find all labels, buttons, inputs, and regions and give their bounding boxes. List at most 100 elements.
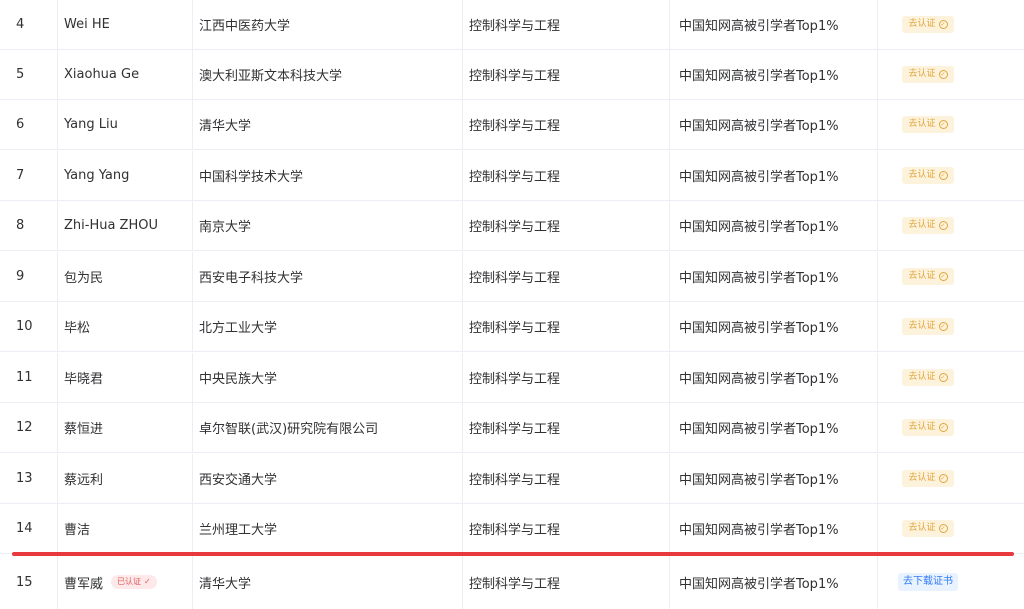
go-certify-button[interactable]: 去认证 ✓ xyxy=(902,520,954,537)
discipline: 控制科学与工程 xyxy=(463,100,670,149)
row-index: 11 xyxy=(0,353,58,402)
check-circle-icon: ✓ xyxy=(938,322,948,331)
go-certify-label: 去认证 xyxy=(908,170,936,180)
action-cell: 去认证 ✓ xyxy=(878,0,1024,49)
scholar-name: 蔡恒进 xyxy=(58,403,193,452)
go-certify-label: 去认证 xyxy=(908,473,936,483)
scholar-name: Wei HE xyxy=(58,0,193,49)
go-certify-label: 去认证 xyxy=(908,271,936,281)
check-circle-icon: ✓ xyxy=(938,120,948,129)
go-certify-button[interactable]: 去认证 ✓ xyxy=(902,318,954,335)
institution: 北方工业大学 xyxy=(193,302,463,351)
institution: 西安电子科技大学 xyxy=(193,252,463,301)
table-row: 6 Yang Liu 清华大学 控制科学与工程 中国知网高被引学者Top1% 去… xyxy=(0,100,1024,150)
action-cell: 去下载证书 xyxy=(878,555,1024,609)
go-certify-label: 去认证 xyxy=(908,372,936,382)
discipline: 控制科学与工程 xyxy=(463,555,670,609)
institution: 江西中医药大学 xyxy=(193,0,463,49)
honor-title: 中国知网高被引学者Top1% xyxy=(670,201,878,250)
row-index: 12 xyxy=(0,403,58,452)
go-certify-button[interactable]: 去认证 ✓ xyxy=(902,419,954,436)
check-circle-icon: ✓ xyxy=(938,221,948,230)
scholar-name: Yang Liu xyxy=(58,100,193,149)
go-certify-label: 去认证 xyxy=(908,321,936,331)
discipline: 控制科学与工程 xyxy=(463,504,670,553)
row-index: 6 xyxy=(0,100,58,149)
discipline: 控制科学与工程 xyxy=(463,252,670,301)
action-cell: 去认证 ✓ xyxy=(878,50,1024,99)
discipline: 控制科学与工程 xyxy=(463,50,670,99)
verified-tag: 已认证 ✓ xyxy=(111,575,157,589)
scholar-name: 蔡远利 xyxy=(58,454,193,503)
table-row: 12 蔡恒进 卓尔智联(武汉)研究院有限公司 控制科学与工程 中国知网高被引学者… xyxy=(0,403,1024,453)
honor-title: 中国知网高被引学者Top1% xyxy=(670,252,878,301)
table-row: 5 Xiaohua Ge 澳大利亚斯文本科技大学 控制科学与工程 中国知网高被引… xyxy=(0,50,1024,100)
go-certify-button[interactable]: 去认证 ✓ xyxy=(902,268,954,285)
row-index: 10 xyxy=(0,302,58,351)
scholar-name-cell: 曹军威 已认证 ✓ xyxy=(58,555,193,609)
action-cell: 去认证 ✓ xyxy=(878,252,1024,301)
action-cell: 去认证 ✓ xyxy=(878,302,1024,351)
go-certify-button[interactable]: 去认证 ✓ xyxy=(902,167,954,184)
go-certify-button[interactable]: 去认证 ✓ xyxy=(902,369,954,386)
row-index: 5 xyxy=(0,50,58,99)
scholar-name: 曹军威 xyxy=(64,576,104,592)
go-certify-button[interactable]: 去认证 ✓ xyxy=(902,116,954,133)
check-circle-icon: ✓ xyxy=(938,524,948,533)
row-index: 14 xyxy=(0,504,58,553)
institution: 中国科学技术大学 xyxy=(193,151,463,200)
go-certify-label: 去认证 xyxy=(908,523,936,533)
row-index: 4 xyxy=(0,0,58,49)
row-index: 8 xyxy=(0,201,58,250)
honor-title: 中国知网高被引学者Top1% xyxy=(670,50,878,99)
go-certify-button[interactable]: 去认证 ✓ xyxy=(902,470,954,487)
row-index: 9 xyxy=(0,252,58,301)
table-row: 8 Zhi-Hua ZHOU 南京大学 控制科学与工程 中国知网高被引学者Top… xyxy=(0,201,1024,251)
institution: 清华大学 xyxy=(193,555,463,609)
scholar-name: Zhi-Hua ZHOU xyxy=(58,201,193,250)
institution: 兰州理工大学 xyxy=(193,504,463,553)
row-index: 15 xyxy=(0,555,58,609)
check-circle-icon: ✓ xyxy=(938,70,948,79)
scholar-name: Yang Yang xyxy=(58,151,193,200)
discipline: 控制科学与工程 xyxy=(463,201,670,250)
discipline: 控制科学与工程 xyxy=(463,0,670,49)
table-row: 14 曹洁 兰州理工大学 控制科学与工程 中国知网高被引学者Top1% 去认证 ✓ xyxy=(0,504,1024,554)
row-index: 13 xyxy=(0,454,58,503)
honor-title: 中国知网高被引学者Top1% xyxy=(670,555,878,609)
go-certify-label: 去认证 xyxy=(908,119,936,129)
download-certificate-button[interactable]: 去下载证书 xyxy=(898,573,958,591)
institution: 卓尔智联(武汉)研究院有限公司 xyxy=(193,403,463,452)
check-circle-icon: ✓ xyxy=(938,423,948,432)
discipline: 控制科学与工程 xyxy=(463,302,670,351)
scholar-name: Xiaohua Ge xyxy=(58,50,193,99)
go-certify-button[interactable]: 去认证 ✓ xyxy=(902,66,954,83)
check-circle-icon: ✓ xyxy=(938,474,948,483)
go-certify-label: 去认证 xyxy=(908,220,936,230)
action-cell: 去认证 ✓ xyxy=(878,100,1024,149)
verified-label: 已认证 xyxy=(117,577,142,586)
check-circle-icon: ✓ xyxy=(938,272,948,281)
table-row: 13 蔡远利 西安交通大学 控制科学与工程 中国知网高被引学者Top1% 去认证… xyxy=(0,454,1024,504)
honor-title: 中国知网高被引学者Top1% xyxy=(670,504,878,553)
table-row: 10 毕松 北方工业大学 控制科学与工程 中国知网高被引学者Top1% 去认证 ✓ xyxy=(0,302,1024,352)
go-certify-button[interactable]: 去认证 ✓ xyxy=(902,16,954,33)
institution: 中央民族大学 xyxy=(193,353,463,402)
check-circle-icon: ✓ xyxy=(938,171,948,180)
table-row: 11 毕晓君 中央民族大学 控制科学与工程 中国知网高被引学者Top1% 去认证… xyxy=(0,353,1024,403)
go-certify-label: 去认证 xyxy=(908,69,936,79)
table-row: 4 Wei HE 江西中医药大学 控制科学与工程 中国知网高被引学者Top1% … xyxy=(0,0,1024,50)
honor-title: 中国知网高被引学者Top1% xyxy=(670,403,878,452)
action-cell: 去认证 ✓ xyxy=(878,201,1024,250)
go-certify-button[interactable]: 去认证 ✓ xyxy=(902,217,954,234)
institution: 西安交通大学 xyxy=(193,454,463,503)
institution: 澳大利亚斯文本科技大学 xyxy=(193,50,463,99)
honor-title: 中国知网高被引学者Top1% xyxy=(670,0,878,49)
honor-title: 中国知网高被引学者Top1% xyxy=(670,151,878,200)
table-row: 9 包为民 西安电子科技大学 控制科学与工程 中国知网高被引学者Top1% 去认… xyxy=(0,252,1024,302)
action-cell: 去认证 ✓ xyxy=(878,504,1024,553)
scholar-name: 曹洁 xyxy=(58,504,193,553)
action-cell: 去认证 ✓ xyxy=(878,151,1024,200)
action-cell: 去认证 ✓ xyxy=(878,353,1024,402)
check-circle-icon: ✓ xyxy=(938,20,948,29)
